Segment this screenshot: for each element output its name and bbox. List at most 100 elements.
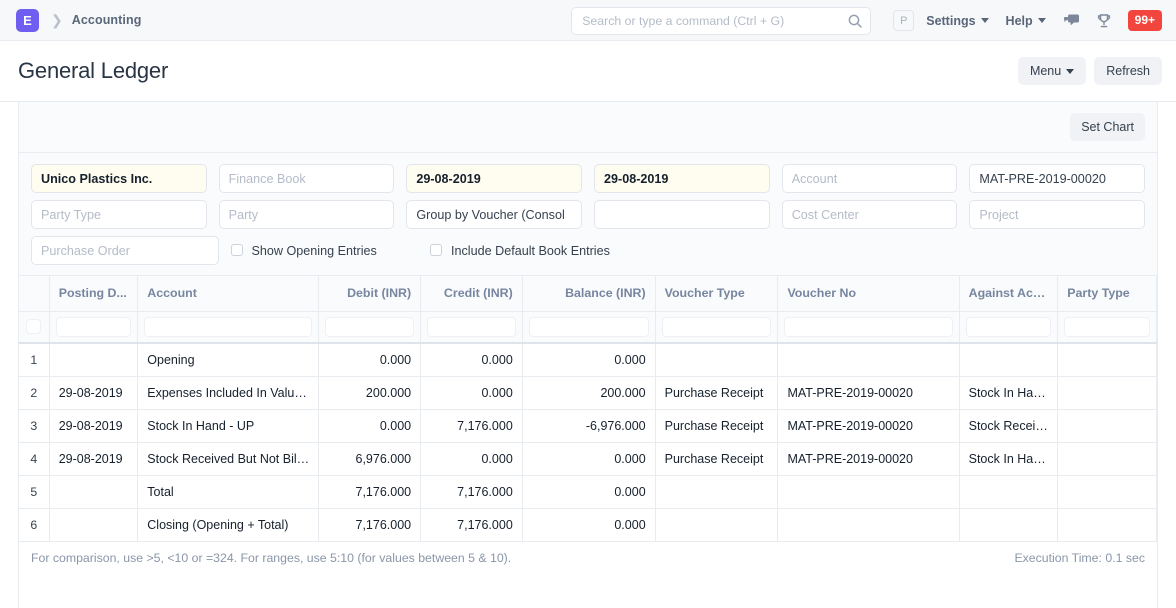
column-header-party-type[interactable]: Party Type [1058,276,1157,311]
cell-balance: -6,976.000 [522,409,655,442]
cell-party-type [1058,343,1157,376]
column-filter-credit [421,311,523,343]
cell-idx: 3 [19,409,49,442]
cell-voucher-type: Purchase Receipt [655,409,778,442]
show-opening-entries-checkbox[interactable] [231,244,243,256]
cell-voucher-no[interactable] [778,508,959,541]
finance-book-input[interactable] [219,164,395,193]
cell-voucher-no[interactable]: MAT-PRE-2019-00020 [778,376,959,409]
filter-input-voucher-type[interactable] [662,317,772,337]
menu-button[interactable]: Menu [1018,57,1086,85]
breadcrumb-accounting[interactable]: Accounting [72,13,142,27]
purchase-order-input[interactable] [31,236,219,265]
cell-voucher-type [655,508,778,541]
cell-idx: 6 [19,508,49,541]
select-all-checkbox[interactable] [26,319,41,334]
table-row[interactable]: 2 29-08-2019 Expenses Included In Valua.… [19,376,1157,409]
app-logo[interactable]: E [16,9,39,32]
cell-voucher-no[interactable] [778,343,959,376]
filter-input-party-type[interactable] [1064,317,1150,337]
account-input[interactable] [782,164,958,193]
cell-against-account: Stock In Hand - ... [959,442,1058,475]
filter-show-opening-entries[interactable]: Show Opening Entries [231,236,419,265]
cell-credit: 0.000 [421,376,523,409]
table-row[interactable]: 4 29-08-2019 Stock Received But Not Bill… [19,442,1157,475]
chevron-down-icon [981,18,989,23]
navbar: E ❯ Accounting P Settings Help [0,0,1176,41]
chart-toolbar: Set Chart [19,102,1157,153]
filter-input-voucher-no[interactable] [784,317,952,337]
search-icon[interactable] [847,13,863,29]
filter-blank [594,200,770,229]
notification-badge[interactable]: 99+ [1128,10,1162,31]
filter-input-account[interactable] [144,317,312,337]
filter-hint-text: For comparison, use >5, <10 or =324. For… [31,551,511,565]
refresh-button[interactable]: Refresh [1094,57,1162,85]
settings-menu[interactable]: Settings [926,14,988,28]
filter-input-balance[interactable] [529,317,649,337]
cell-credit: 7,176.000 [421,409,523,442]
column-header-debit[interactable]: Debit (INR) [319,276,421,311]
cell-account[interactable]: Expenses Included In Valua... [138,376,319,409]
to-date-input[interactable] [594,164,770,193]
column-header-idx[interactable] [19,276,49,311]
filter-input-posting-date[interactable] [56,317,132,337]
search-wrapper [571,7,871,35]
set-chart-button[interactable]: Set Chart [1070,113,1145,141]
table-row[interactable]: 3 29-08-2019 Stock In Hand - UP 0.000 7,… [19,409,1157,442]
project-input[interactable] [969,200,1145,229]
blank-input[interactable] [594,200,770,229]
company-input[interactable] [31,164,207,193]
filter-cost-center [782,200,958,229]
cell-account[interactable]: Stock Received But Not Bill... [138,442,319,475]
cell-party-type [1058,442,1157,475]
filter-input-against-account[interactable] [966,317,1052,337]
table-row[interactable]: 5 Total 7,176.000 7,176.000 0.000 [19,475,1157,508]
chat-icon[interactable] [1063,13,1080,29]
filter-include-default-book-entries[interactable]: Include Default Book Entries [430,236,618,265]
cell-voucher-no[interactable] [778,475,959,508]
filter-area: Show Opening Entries Include Default Boo… [19,153,1157,276]
group-by-input[interactable] [406,200,582,229]
filter-input-debit[interactable] [325,317,414,337]
column-header-balance[interactable]: Balance (INR) [522,276,655,311]
include-default-book-entries-checkbox[interactable] [430,244,442,256]
table-row[interactable]: 1 Opening 0.000 0.000 0.000 [19,343,1157,376]
cell-balance: 0.000 [522,442,655,475]
search-input[interactable] [571,7,871,35]
cost-center-input[interactable] [782,200,958,229]
cell-balance: 0.000 [522,475,655,508]
cell-posting-date: 29-08-2019 [49,409,138,442]
page-title: General Ledger [18,58,168,84]
cell-idx: 4 [19,442,49,475]
cell-balance: 200.000 [522,376,655,409]
party-input[interactable] [219,200,395,229]
help-menu[interactable]: Help [1006,14,1046,28]
avatar[interactable]: P [893,10,914,31]
filter-input-credit[interactable] [427,317,516,337]
column-header-voucher-type[interactable]: Voucher Type [655,276,778,311]
column-header-posting-date[interactable]: Posting D... [49,276,138,311]
cell-voucher-no[interactable]: MAT-PRE-2019-00020 [778,442,959,475]
cell-against-account [959,475,1058,508]
column-header-against-account[interactable]: Against Account [959,276,1058,311]
column-header-voucher-no[interactable]: Voucher No [778,276,959,311]
from-date-input[interactable] [406,164,582,193]
cell-account[interactable]: Stock In Hand - UP [138,409,319,442]
cell-voucher-no[interactable]: MAT-PRE-2019-00020 [778,409,959,442]
filter-row-2 [31,200,1145,229]
page-header: General Ledger Menu Refresh [0,41,1176,102]
table-head: Posting D... Account Debit (INR) Credit … [19,276,1157,343]
cell-balance: 0.000 [522,343,655,376]
table-row[interactable]: 6 Closing (Opening + Total) 7,176.000 7,… [19,508,1157,541]
page-header-actions: Menu Refresh [1018,57,1162,85]
column-header-credit[interactable]: Credit (INR) [421,276,523,311]
voucher-no-input[interactable] [969,164,1145,193]
party-type-input[interactable] [31,200,207,229]
column-header-account[interactable]: Account [138,276,319,311]
cell-account: Closing (Opening + Total) [138,508,319,541]
cell-posting-date: 29-08-2019 [49,376,138,409]
cell-debit: 0.000 [319,343,421,376]
cell-account: Total [138,475,319,508]
trophy-icon[interactable] [1096,13,1112,29]
